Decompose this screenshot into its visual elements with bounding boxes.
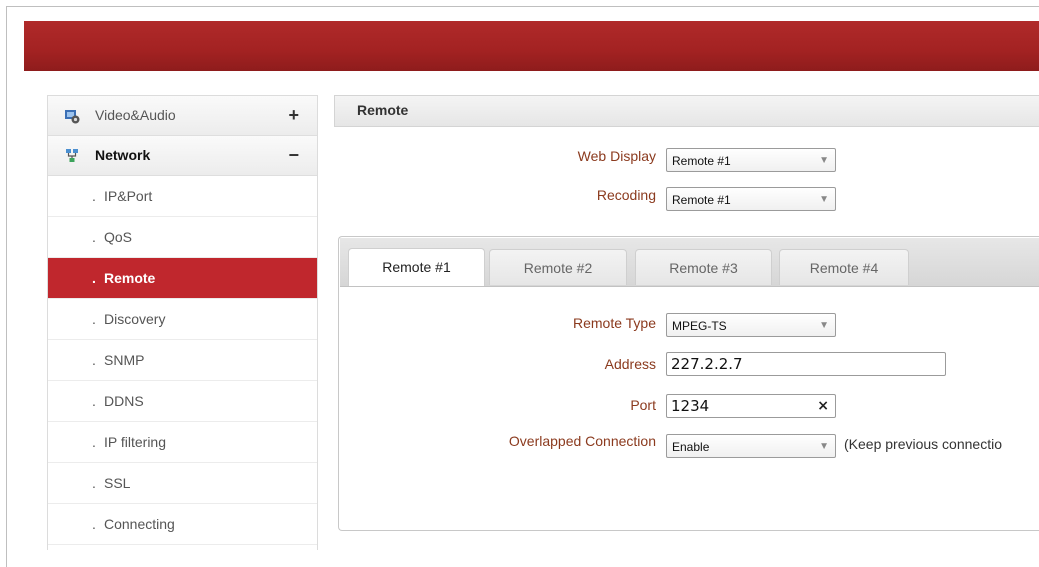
bullet: . — [92, 475, 96, 491]
bullet: . — [92, 311, 96, 327]
remote-type-value: MPEG-TS — [672, 319, 727, 333]
page-title: Remote — [357, 102, 409, 118]
sidebar-item-label: SNMP — [104, 352, 145, 368]
recoding-value: Remote #1 — [672, 193, 731, 207]
tab-remote-3[interactable]: Remote #3 — [635, 249, 772, 285]
remote-type-label: Remote Type — [572, 315, 656, 331]
port-value: 1234 — [671, 397, 710, 415]
bullet: . — [92, 270, 96, 286]
web-display-value: Remote #1 — [672, 154, 731, 168]
video-audio-icon — [64, 108, 80, 124]
sidebar-item-ssl[interactable]: . SSL — [48, 463, 317, 504]
sidebar-item-ip-filtering[interactable]: . IP filtering — [48, 422, 317, 463]
sidebar-item-label: Remote — [104, 270, 156, 286]
remote-tabs-panel: Remote #1 Remote #2 Remote #3 Remote #4 — [338, 236, 1039, 531]
web-display-select[interactable]: Remote #1 ▼ — [666, 148, 836, 172]
collapse-icon[interactable]: − — [288, 136, 299, 175]
sidebar-item-snmp[interactable]: . SNMP — [48, 340, 317, 381]
overlapped-connection-value: Enable — [672, 440, 710, 454]
sidebar-item-remote[interactable]: . Remote — [48, 258, 317, 299]
port-input[interactable]: 1234 × — [666, 394, 836, 418]
sidebar-item-label: Connecting — [104, 516, 175, 532]
chevron-down-icon: ▼ — [819, 320, 829, 331]
network-icon — [64, 148, 80, 164]
tab-remote-1[interactable]: Remote #1 — [348, 248, 485, 286]
chevron-down-icon: ▼ — [819, 194, 829, 205]
header-bar — [24, 21, 1039, 71]
port-label: Port — [630, 397, 656, 413]
recoding-label: Recoding — [596, 187, 656, 203]
bullet: . — [92, 229, 96, 245]
sidebar-item-label: IP filtering — [104, 434, 166, 450]
sidebar-item-label: Discovery — [104, 311, 166, 327]
chevron-down-icon: ▼ — [819, 441, 829, 452]
sidebar-group-video-audio[interactable]: Video&Audio + — [48, 96, 317, 136]
sidebar-item-label: DDNS — [104, 393, 144, 409]
sidebar-item-label: IP&Port — [104, 188, 153, 204]
sidebar: Video&Audio + Network − . IP&Port . QoS … — [47, 95, 318, 550]
chevron-down-icon: ▼ — [819, 155, 829, 166]
address-input[interactable]: 227.2.2.7 — [666, 352, 946, 376]
sidebar-item-label: QoS — [104, 229, 133, 245]
sidebar-item-connecting[interactable]: . Connecting — [48, 504, 317, 545]
bullet: . — [92, 434, 96, 450]
section-title: Remote — [334, 95, 1039, 127]
bullet: . — [92, 352, 96, 368]
overlapped-connection-hint: (Keep previous connectio — [844, 436, 1002, 452]
sidebar-group-label: Network — [95, 147, 151, 163]
bullet: . — [92, 188, 96, 204]
overlapped-connection-select[interactable]: Enable ▼ — [666, 434, 836, 458]
tab-remote-2[interactable]: Remote #2 — [489, 249, 627, 285]
sidebar-group-label: Video&Audio — [95, 107, 176, 123]
bullet: . — [92, 516, 96, 532]
sidebar-item-qos[interactable]: . QoS — [48, 217, 317, 258]
address-label: Address — [604, 356, 656, 372]
sidebar-item-ip-port[interactable]: . IP&Port — [48, 176, 317, 217]
bullet: . — [92, 393, 96, 409]
clear-icon[interactable]: × — [817, 395, 829, 417]
sidebar-item-discovery[interactable]: . Discovery — [48, 299, 317, 340]
web-display-label: Web Display — [577, 148, 656, 164]
sidebar-item-label: SSL — [104, 475, 131, 491]
recoding-select[interactable]: Remote #1 ▼ — [666, 187, 836, 211]
expand-icon[interactable]: + — [288, 96, 299, 135]
tab-remote-4[interactable]: Remote #4 — [779, 249, 909, 285]
overlapped-connection-label: Overlapped Connection — [508, 433, 656, 449]
sidebar-item-ddns[interactable]: . DDNS — [48, 381, 317, 422]
sidebar-group-network[interactable]: Network − — [48, 136, 317, 176]
address-value: 227.2.2.7 — [671, 355, 743, 373]
remote-type-select[interactable]: MPEG-TS ▼ — [666, 313, 836, 337]
